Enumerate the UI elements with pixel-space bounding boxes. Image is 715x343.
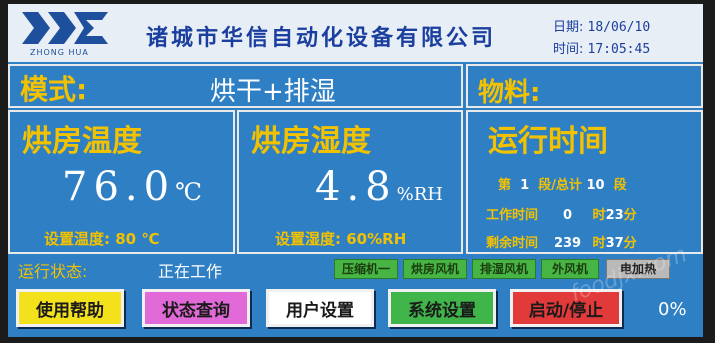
work-minutes: 23 xyxy=(605,208,624,223)
segment-prefix: 第 xyxy=(498,178,512,193)
remaining-time-label: 剩余时间 xyxy=(486,236,539,251)
set-temperature-label: 设置温度: xyxy=(44,230,110,248)
runtime-title: 运行时间 xyxy=(488,124,608,159)
device-bezel: ZHONG HUA 诸城市华信自动化设备有限公司 日期: 18/06/10 时间… xyxy=(0,0,715,343)
material-box[interactable]: 物料: xyxy=(466,64,703,108)
humidity-reading: 4.8%RH xyxy=(315,164,443,210)
run-status-label: 运行状态: xyxy=(18,262,88,281)
header-bar: ZHONG HUA 诸城市华信自动化设备有限公司 日期: 18/06/10 时间… xyxy=(8,4,703,62)
temperature-title: 烘房温度 xyxy=(22,124,142,159)
segment-current: 1 xyxy=(520,178,530,193)
runtime-panel: 运行时间 第 1 段/总计 10 段 工作时间 0 时23分 剩余时间 239 时3… xyxy=(466,110,703,254)
remaining-hours: 239 xyxy=(553,236,582,251)
set-humidity-label: 设置湿度: xyxy=(275,230,341,248)
segment-suffix: 段 xyxy=(613,178,627,193)
date-label: 日期: xyxy=(553,20,584,35)
time-display: 时间: 17:05:45 xyxy=(553,38,650,57)
time-value: 17:05:45 xyxy=(587,42,651,57)
mode-row: 模式: 烘干+排湿 物料: xyxy=(8,64,703,108)
work-minute-unit: 分 xyxy=(623,208,637,223)
date-value: 18/06/10 xyxy=(587,20,651,35)
user-settings-button[interactable]: 用户设置 xyxy=(266,289,374,327)
set-humidity[interactable]: 设置湿度: 60%RH xyxy=(275,228,406,249)
set-humidity-value: 60%RH xyxy=(346,230,407,248)
work-time: 工作时间 0 时23分 xyxy=(486,204,637,223)
indicator-compressor: 压缩机一 xyxy=(334,259,398,279)
remaining-minute-unit: 分 xyxy=(623,236,637,251)
temperature-value: 76.0 xyxy=(62,164,176,210)
humidity-title: 烘房湿度 xyxy=(251,124,371,159)
work-hour-unit: 时 xyxy=(592,208,606,223)
work-time-label: 工作时间 xyxy=(486,208,539,223)
segment-info: 第 1 段/总计 10 段 xyxy=(498,174,627,193)
set-temperature-value: 80 ℃ xyxy=(115,230,160,248)
remaining-time: 剩余时间 239 时37分 xyxy=(486,232,637,251)
logo-text: ZHONG HUA xyxy=(30,48,89,57)
logo-mark-icon xyxy=(22,12,108,44)
time-label: 时间: xyxy=(553,42,584,57)
remaining-minutes: 37 xyxy=(605,236,624,251)
segment-total: 10 xyxy=(586,178,605,193)
mode-value: 烘干+排湿 xyxy=(210,77,336,107)
humidity-panel: 烘房湿度 4.8%RH 设置湿度: 60%RH xyxy=(237,110,463,254)
help-button[interactable]: 使用帮助 xyxy=(16,289,124,327)
date-display: 日期: 18/06/10 xyxy=(553,16,650,35)
system-settings-button[interactable]: 系统设置 xyxy=(388,289,496,327)
humidity-unit: %RH xyxy=(396,184,443,205)
mode-box[interactable]: 模式: 烘干+排湿 xyxy=(8,64,463,108)
remaining-hour-unit: 时 xyxy=(592,236,606,251)
temperature-reading: 76.0℃ xyxy=(62,164,202,210)
work-hours: 0 xyxy=(563,208,573,223)
indicator-dehumid-fan: 排湿风机 xyxy=(472,259,536,279)
segment-mid: 段/总计 xyxy=(538,178,582,193)
mode-label: 模式: xyxy=(20,73,88,106)
temperature-panel: 烘房温度 76.0℃ 设置温度: 80 ℃ xyxy=(8,110,235,254)
humidity-value: 4.8 xyxy=(315,164,397,210)
company-logo: ZHONG HUA xyxy=(18,10,114,57)
run-status-value: 正在工作 xyxy=(158,262,223,281)
status-query-button[interactable]: 状态查询 xyxy=(142,289,250,327)
company-name: 诸城市华信自动化设备有限公司 xyxy=(146,25,497,51)
indicator-room-fan: 烘房风机 xyxy=(403,259,467,279)
set-temperature[interactable]: 设置温度: 80 ℃ xyxy=(44,228,160,249)
hmi-screen: ZHONG HUA 诸城市华信自动化设备有限公司 日期: 18/06/10 时间… xyxy=(8,4,703,337)
temperature-unit: ℃ xyxy=(175,178,202,206)
material-label: 物料: xyxy=(478,78,541,108)
progress-percent: 0% xyxy=(658,299,687,320)
